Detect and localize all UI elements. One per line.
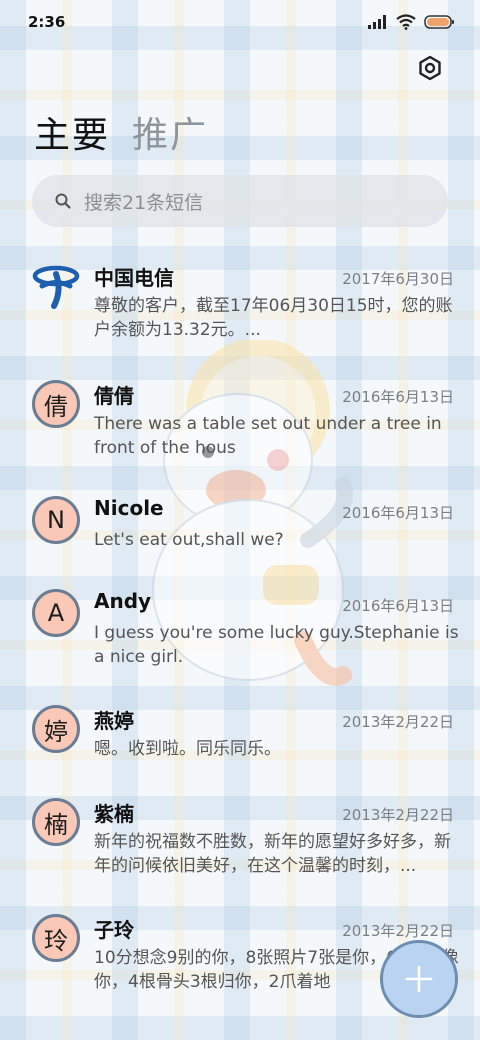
message-date: 2013年2月22日 xyxy=(342,922,454,940)
conversation-item[interactable]: 倩 倩倩 2016年6月13日 There was a table set ou… xyxy=(0,368,480,478)
message-date: 2013年2月22日 xyxy=(342,713,454,731)
tab-promotions[interactable]: 推广 xyxy=(132,106,208,158)
message-preview: 嗯。收到啦。同乐同乐。 xyxy=(94,739,281,759)
contact-name: Andy xyxy=(94,589,152,613)
message-date: 2016年6月13日 xyxy=(342,597,454,615)
china-telecom-logo-icon xyxy=(32,262,80,310)
message-preview: There was a table set out under a tree i… xyxy=(94,414,442,458)
message-date: 2017年6月30日 xyxy=(342,270,454,288)
status-bar: 2:36 xyxy=(0,0,480,44)
signal-icon xyxy=(368,15,386,29)
search-bar[interactable]: 搜索21条短信 xyxy=(32,175,448,227)
settings-button[interactable] xyxy=(416,54,444,82)
search-placeholder: 搜索21条短信 xyxy=(84,191,204,214)
contact-name: Nicole xyxy=(94,496,164,520)
new-message-button[interactable] xyxy=(380,940,458,1018)
avatar: 倩 xyxy=(32,380,80,428)
contact-name: 紫楠 xyxy=(94,802,134,826)
avatar: N xyxy=(32,496,80,544)
contact-name: 中国电信 xyxy=(94,266,174,290)
contact-name: 倩倩 xyxy=(94,384,134,408)
tab-primary[interactable]: 主要 xyxy=(34,106,110,158)
conversation-item[interactable]: 中国电信 2017年6月30日 尊敬的客户，截至17年06月30日15时，您的账… xyxy=(0,250,480,360)
battery-icon xyxy=(424,15,454,29)
contact-name: 燕婷 xyxy=(94,709,134,733)
search-icon xyxy=(55,193,71,209)
settings-icon xyxy=(419,55,441,81)
message-preview: Let's eat out,shall we? xyxy=(94,530,284,550)
plus-icon xyxy=(405,965,433,993)
tab-bar: 主要 推广 xyxy=(34,106,208,158)
conversation-item[interactable]: A Andy 2016年6月13日 I guess you're some lu… xyxy=(0,577,480,687)
message-date: 2016年6月13日 xyxy=(342,388,454,406)
avatar: 婷 xyxy=(32,705,80,753)
wifi-icon xyxy=(396,14,416,30)
message-date: 2016年6月13日 xyxy=(342,504,454,522)
avatar: A xyxy=(32,589,80,637)
message-preview: I guess you're some lucky guy.Stephanie … xyxy=(94,623,459,667)
message-date: 2013年2月22日 xyxy=(342,806,454,824)
message-preview: 新年的祝福数不胜数，新年的愿望好多好多，新年的问候依旧美好，在这个温馨的时刻，.… xyxy=(94,832,451,876)
avatar: 玲 xyxy=(32,914,80,962)
avatar: 楠 xyxy=(32,798,80,846)
contact-name: 子玲 xyxy=(94,918,134,942)
status-icons xyxy=(368,14,454,30)
status-time: 2:36 xyxy=(28,13,66,31)
message-preview: 尊敬的客户，截至17年06月30日15时，您的账户余额为13.32元。... xyxy=(94,296,453,340)
conversation-item[interactable]: 楠 紫楠 2013年2月22日 新年的祝福数不胜数，新年的愿望好多好多，新年的问… xyxy=(0,786,480,896)
